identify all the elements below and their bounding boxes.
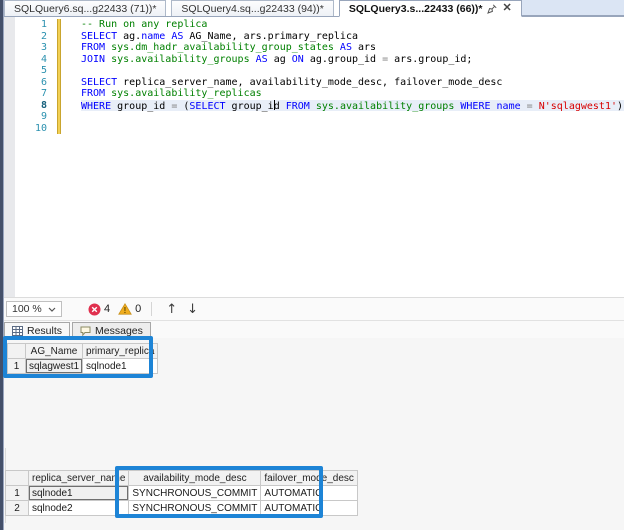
line-number: 6 <box>15 77 47 89</box>
column-header[interactable]: replica_server_name <box>29 471 129 486</box>
separator <box>151 302 152 316</box>
row-number[interactable]: 2 <box>6 501 29 516</box>
tab-sqlquery6[interactable]: SQLQuery6.sq...g22433 (71))* <box>4 0 166 16</box>
code-token-id: AG_Name, ars.primary_replica <box>183 31 358 42</box>
code-token-id: ars <box>352 42 376 53</box>
code-token-id: group_i <box>226 101 274 112</box>
code-token-kw: AS <box>171 31 183 42</box>
code-token-kw: name <box>497 101 521 112</box>
code-token-id: ars.group_id; <box>388 54 472 65</box>
line-number: 1 <box>15 19 47 31</box>
warning-count: 0 <box>135 303 141 315</box>
previous-arrow-icon[interactable]: ↑ <box>166 302 177 317</box>
code-token-kw: JOIN <box>81 54 105 65</box>
code-line[interactable]: SELECT ag.name AS AG_Name, ars.primary_r… <box>81 31 624 43</box>
zoom-level-value: 100 % <box>12 303 42 315</box>
code-token-kw: FROM <box>81 42 105 53</box>
code-line[interactable] <box>81 123 624 135</box>
code-token-kw: FROM <box>81 88 105 99</box>
line-number: 7 <box>15 88 47 100</box>
svg-text:!: ! <box>124 306 127 315</box>
line-number: 10 <box>15 123 47 135</box>
code-line[interactable]: -- Run on any replica <box>81 19 624 31</box>
code-token-kw: SELECT <box>81 77 117 88</box>
code-token-kw: ON <box>292 54 304 65</box>
code-line[interactable]: WHERE group_id = (SELECT group_id FROM s… <box>81 100 624 112</box>
code-token-kw: FROM <box>286 101 310 112</box>
line-number: 5 <box>15 65 47 77</box>
annotation-box-mode-columns <box>115 466 323 518</box>
line-number: 4 <box>15 54 47 66</box>
row-number[interactable]: 1 <box>6 486 29 501</box>
error-icon[interactable] <box>88 303 101 316</box>
code-line[interactable]: JOIN sys.availability_groups AS ag ON ag… <box>81 54 624 66</box>
results-grid-icon <box>12 326 23 336</box>
code-token-sys: sys.availability_groups <box>316 101 454 112</box>
code-token-id: ( <box>177 101 189 112</box>
code-token-id: group_id <box>111 101 171 112</box>
code-lines[interactable]: -- Run on any replicaSELECT ag.name AS A… <box>81 19 624 134</box>
code-token-id: ); <box>617 101 624 112</box>
tab-strip-filler <box>522 0 624 16</box>
document-tab-bar: SQLQuery6.sq...g22433 (71))* SQLQuery4.s… <box>4 0 624 17</box>
code-token-kw: AS <box>256 54 268 65</box>
code-token-kw: SELECT <box>189 101 225 112</box>
code-token-id: ag <box>268 54 292 65</box>
next-arrow-icon[interactable]: ↓ <box>187 302 198 317</box>
code-token-kw: WHERE <box>460 101 490 112</box>
code-token-sys: sys.dm_hadr_availability_group_states <box>111 42 334 53</box>
code-token-str: N'sqlagwest1' <box>539 101 617 112</box>
code-line[interactable] <box>81 111 624 123</box>
unsaved-changes-bar <box>57 19 61 134</box>
messages-icon <box>80 326 91 336</box>
indicator-margin <box>4 17 15 297</box>
code-line[interactable]: SELECT replica_server_name, availability… <box>81 77 624 89</box>
code-token-id: ag. <box>117 31 141 42</box>
code-token-com: -- Run on any replica <box>81 19 207 30</box>
code-token-sys: sys.availability_groups <box>111 54 249 65</box>
tab-label: SQLQuery4.sq...g22433 (94))* <box>181 3 323 15</box>
code-line[interactable] <box>81 65 624 77</box>
results-tab-label: Results <box>27 325 62 337</box>
tab-label: SQLQuery3.s...22433 (66))* <box>349 3 483 15</box>
code-token-kw: AS <box>340 42 352 53</box>
code-token-id: ag.group_id <box>304 54 382 65</box>
line-numbers: 12345678910 <box>15 19 47 134</box>
close-icon[interactable]: ✕ <box>503 3 512 14</box>
line-number: 2 <box>15 31 47 43</box>
code-line[interactable]: FROM sys.availability_replicas <box>81 88 624 100</box>
grid-corner-header[interactable] <box>6 471 29 486</box>
code-token-sys: sys.availability_replicas <box>111 88 262 99</box>
line-number: 9 <box>15 111 47 123</box>
editor-status-bar: 100 % 4 ! 0 ↑ ↓ <box>4 297 624 321</box>
chevron-down-icon <box>48 303 56 315</box>
code-token-kw: WHERE <box>81 101 111 112</box>
code-editor[interactable]: 12345678910 -- Run on any replicaSELECT … <box>4 17 624 297</box>
code-line[interactable]: FROM sys.dm_hadr_availability_group_stat… <box>81 42 624 54</box>
error-count: 4 <box>104 303 110 315</box>
warning-icon[interactable]: ! <box>118 303 132 315</box>
code-token-id: replica_server_name, availability_mode_d… <box>117 77 502 88</box>
tab-label: SQLQuery6.sq...g22433 (71))* <box>14 3 156 15</box>
pin-icon[interactable] <box>487 4 497 14</box>
code-token-id: d <box>274 101 286 112</box>
grid-cell[interactable]: sqlnode1 <box>29 486 129 501</box>
code-token-kw: SELECT <box>81 31 117 42</box>
grid-cell[interactable]: sqlnode2 <box>29 501 129 516</box>
zoom-level-select[interactable]: 100 % <box>6 301 62 317</box>
tab-sqlquery4[interactable]: SQLQuery4.sq...g22433 (94))* <box>171 0 333 16</box>
tab-sqlquery3-active[interactable]: SQLQuery3.s...22433 (66))* ✕ <box>339 0 522 17</box>
annotation-box-ag-result <box>3 336 153 378</box>
messages-tab-label: Messages <box>95 325 143 337</box>
line-number: 3 <box>15 42 47 54</box>
code-token-kw: name <box>141 31 165 42</box>
line-number: 8 <box>15 100 47 112</box>
